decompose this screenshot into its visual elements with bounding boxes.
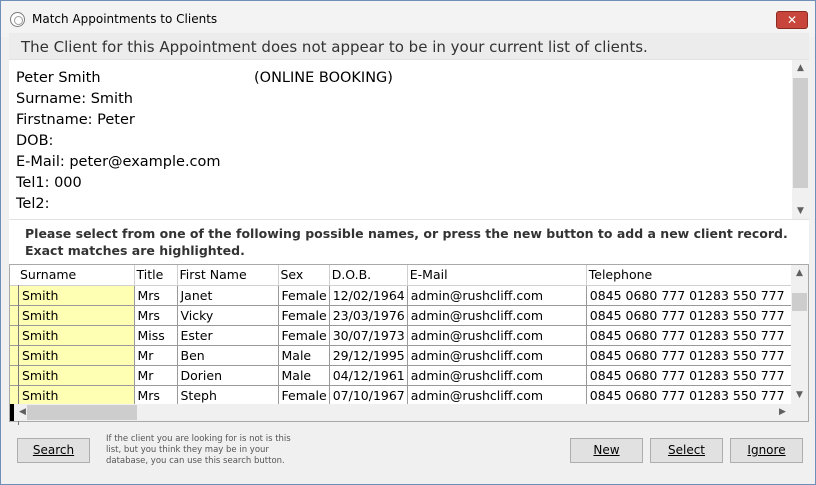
cell-sex[interactable]: Female <box>278 385 330 406</box>
cell-email[interactable]: admin@rushcliff.com <box>407 345 587 366</box>
cell-sex[interactable]: Male <box>278 365 330 386</box>
ignore-button[interactable]: Ignore <box>730 438 803 463</box>
cell-first-name[interactable]: Janet <box>177 285 279 306</box>
column-header-first-name[interactable]: First Name <box>177 265 279 286</box>
scroll-thumb[interactable] <box>793 78 808 188</box>
client-details-panel: Peter Smith (ONLINE BOOKING) Surname: Sm… <box>9 59 809 220</box>
scroll-up-icon[interactable]: ▲ <box>791 265 808 282</box>
table-row[interactable]: Smith Mr Dorien Male 04/12/1961 admin@ru… <box>10 365 803 386</box>
cell-email[interactable]: admin@rushcliff.com <box>407 305 587 326</box>
grid-horizontal-scrollbar[interactable]: ◀ ▶ <box>10 404 808 421</box>
instructions-text: Please select from one of the following … <box>25 226 788 258</box>
cell-first-name[interactable]: Vicky <box>177 305 279 326</box>
cell-dob[interactable]: 12/02/1964 <box>329 285 408 306</box>
cell-dob[interactable]: 04/12/1961 <box>329 365 408 386</box>
table-row[interactable]: Smith Miss Ester Female 30/07/1973 admin… <box>10 325 803 346</box>
column-header-dob[interactable]: D.O.B. <box>329 265 408 286</box>
cell-sex[interactable]: Female <box>278 325 330 346</box>
match-appointments-dialog: Match Appointments to Clients ✕ The Clie… <box>0 0 816 485</box>
cell-dob[interactable]: 30/07/1973 <box>329 325 408 346</box>
info-banner: The Client for this Appointment does not… <box>9 33 809 59</box>
client-tel2: Tel2: <box>16 196 50 212</box>
cell-telephone[interactable]: 0845 0680 777 01283 550 777 <box>586 285 803 306</box>
cell-telephone[interactable]: 0845 0680 777 01283 550 777 <box>586 345 803 366</box>
cell-surname[interactable]: Smith <box>10 325 135 346</box>
cell-dob[interactable]: 29/12/1995 <box>329 345 408 366</box>
client-dob: DOB: <box>16 133 54 149</box>
column-header-title[interactable]: Title <box>134 265 178 286</box>
client-name: Peter Smith <box>16 70 101 86</box>
cell-surname[interactable]: Smith <box>10 345 135 366</box>
grid-vertical-scrollbar[interactable]: ▲ ▼ <box>791 265 808 404</box>
cell-title[interactable]: Miss <box>134 325 178 346</box>
cell-first-name[interactable]: Ester <box>177 325 279 346</box>
cell-surname[interactable]: Smith <box>10 385 135 406</box>
cell-email[interactable]: admin@rushcliff.com <box>407 365 587 386</box>
table-row[interactable]: Smith Mrs Vicky Female 23/03/1976 admin@… <box>10 305 803 326</box>
current-row-marker <box>10 404 14 421</box>
cell-sex[interactable]: Female <box>278 305 330 326</box>
matches-table: Surname Title First Name Sex D.O.B. E-Ma… <box>10 265 803 406</box>
column-header-email[interactable]: E-Mail <box>407 265 587 286</box>
cell-first-name[interactable]: Ben <box>177 345 279 366</box>
scroll-down-icon[interactable]: ▼ <box>792 203 809 220</box>
select-button[interactable]: Select <box>650 438 723 463</box>
scroll-thumb[interactable] <box>27 405 137 420</box>
search-button[interactable]: Search <box>17 438 90 463</box>
table-row[interactable]: Smith Mr Ben Male 29/12/1995 admin@rushc… <box>10 345 803 366</box>
client-tel1: Tel1: 000 <box>16 175 82 191</box>
details-scrollbar[interactable]: ▲ ▼ <box>792 60 809 220</box>
booking-source-tag: (ONLINE BOOKING) <box>254 70 393 86</box>
app-icon <box>10 12 25 27</box>
client-firstname: Firstname: Peter <box>16 112 135 128</box>
cell-telephone[interactable]: 0845 0680 777 01283 550 777 <box>586 385 803 406</box>
cell-surname[interactable]: Smith <box>10 285 135 306</box>
column-header-telephone[interactable]: Telephone <box>586 265 803 286</box>
window-title: Match Appointments to Clients <box>32 12 218 26</box>
column-header-sex[interactable]: Sex <box>278 265 330 286</box>
cell-email[interactable]: admin@rushcliff.com <box>407 325 587 346</box>
header-row: Surname Title First Name Sex D.O.B. E-Ma… <box>10 265 803 286</box>
cell-telephone[interactable]: 0845 0680 777 01283 550 777 <box>586 305 803 326</box>
cell-telephone[interactable]: 0845 0680 777 01283 550 777 <box>586 325 803 346</box>
scroll-up-icon[interactable]: ▲ <box>792 60 809 77</box>
banner-text: The Client for this Appointment does not… <box>21 38 648 56</box>
cell-sex[interactable]: Female <box>278 285 330 306</box>
cell-title[interactable]: Mr <box>134 345 178 366</box>
scroll-thumb[interactable] <box>792 293 807 311</box>
cell-dob[interactable]: 23/03/1976 <box>329 305 408 326</box>
cell-title[interactable]: Mrs <box>134 385 178 406</box>
cell-email[interactable]: admin@rushcliff.com <box>407 285 587 306</box>
cell-title[interactable]: Mrs <box>134 285 178 306</box>
cell-telephone[interactable]: 0845 0680 777 01283 550 777 <box>586 365 803 386</box>
cell-dob[interactable]: 07/10/1967 <box>329 385 408 406</box>
cell-sex[interactable]: Male <box>278 345 330 366</box>
scroll-right-icon[interactable]: ▶ <box>774 404 791 421</box>
cell-email[interactable]: admin@rushcliff.com <box>407 385 587 406</box>
search-hint: If the client you are looking for is not… <box>106 434 291 466</box>
client-email: E-Mail: peter@example.com <box>16 154 221 170</box>
cell-surname[interactable]: Smith <box>10 365 135 386</box>
cell-first-name[interactable]: Dorien <box>177 365 279 386</box>
title-bar[interactable]: Match Appointments to Clients ✕ <box>1 1 815 37</box>
table-row[interactable]: Smith Mrs Janet Female 12/02/1964 admin@… <box>10 285 803 306</box>
cell-title[interactable]: Mr <box>134 365 178 386</box>
table-row[interactable]: Smith Mrs Steph Female 07/10/1967 admin@… <box>10 385 803 406</box>
client-surname: Surname: Smith <box>16 91 133 107</box>
matches-grid[interactable]: Surname Title First Name Sex D.O.B. E-Ma… <box>9 264 809 425</box>
cell-title[interactable]: Mrs <box>134 305 178 326</box>
scroll-down-icon[interactable]: ▼ <box>791 387 808 404</box>
close-button[interactable]: ✕ <box>776 11 808 29</box>
column-header-surname[interactable]: Surname <box>10 265 135 286</box>
cell-first-name[interactable]: Steph <box>177 385 279 406</box>
instructions-panel: Please select from one of the following … <box>9 219 809 264</box>
cell-surname[interactable]: Smith <box>10 305 135 326</box>
new-button[interactable]: New <box>570 438 643 463</box>
